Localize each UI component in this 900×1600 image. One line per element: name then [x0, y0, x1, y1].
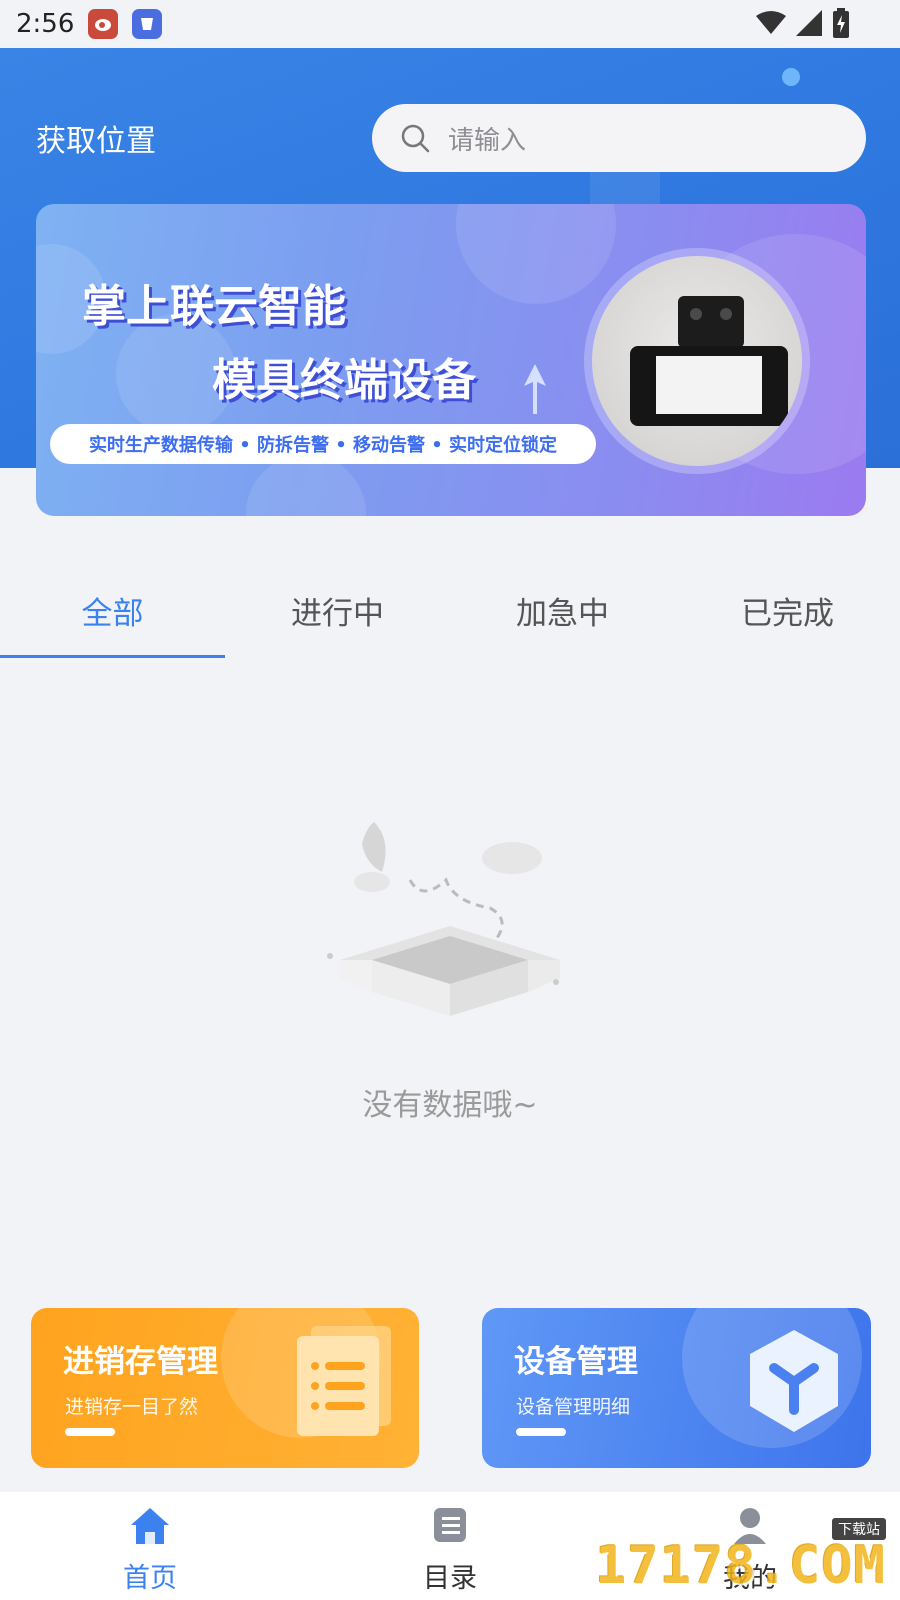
watermark: 17178.COM — [595, 1536, 886, 1596]
card-accent-bar — [516, 1428, 566, 1436]
tab-in-progress[interactable]: 进行中 — [225, 568, 450, 658]
status-bar: 2:56 — [0, 0, 900, 48]
tab-completed[interactable]: 已完成 — [675, 568, 900, 658]
device-management-card[interactable]: 设备管理 设备管理明细 — [482, 1308, 871, 1468]
tab-urgent[interactable]: 加急中 — [450, 568, 675, 658]
banner-decoration — [456, 204, 616, 304]
device-photo — [592, 256, 802, 466]
arrow-decoration-icon — [524, 364, 546, 414]
get-location-button[interactable]: 获取位置 — [36, 116, 156, 160]
banner-title-line1: 掌上联云智能 — [82, 281, 346, 332]
empty-state-text: 没有数据哦~ — [362, 1088, 538, 1123]
nav-home-label: 首页 — [123, 1563, 177, 1594]
device-cube-icon — [750, 1330, 838, 1432]
card-subtitle: 设备管理明细 — [516, 1396, 631, 1418]
weibo-app-icon — [88, 9, 119, 39]
device-sensor — [678, 296, 744, 348]
card-accent-bar — [65, 1428, 115, 1436]
device-label — [656, 356, 762, 414]
search-placeholder: 请输入 — [448, 125, 527, 156]
header-decoration — [782, 68, 800, 86]
document-list-icon — [297, 1326, 391, 1436]
banner-title-line2: 模具终端设备 — [212, 355, 476, 406]
nav-home[interactable]: 首页 — [0, 1492, 300, 1600]
signal-icon — [796, 10, 822, 36]
home-icon — [131, 1508, 169, 1544]
search-icon — [401, 124, 430, 153]
catalog-icon — [434, 1508, 466, 1542]
card-title: 设备管理 — [514, 1344, 638, 1380]
status-time: 2:56 — [16, 9, 75, 39]
app-notification-icon — [132, 9, 163, 39]
promo-banner[interactable]: 掌上联云智能 模具终端设备 实时生产数据传输 • 防拆告警 • 移动告警 • 实… — [36, 204, 866, 516]
nav-catalog-label: 目录 — [423, 1563, 477, 1594]
nav-catalog[interactable]: 目录 — [300, 1492, 600, 1600]
battery-icon — [833, 8, 849, 38]
search-input[interactable]: 请输入 — [372, 104, 866, 172]
inventory-management-card[interactable]: 进销存管理 进销存一目了然 — [31, 1308, 419, 1468]
wifi-icon — [756, 11, 786, 34]
card-subtitle: 进销存一目了然 — [65, 1396, 199, 1418]
card-title: 进销存管理 — [63, 1344, 218, 1380]
status-tabs: 全部 进行中 加急中 已完成 — [0, 568, 900, 658]
empty-box-illustration — [327, 822, 560, 1016]
banner-feature-list: 实时生产数据传输 • 防拆告警 • 移动告警 • 实时定位锁定 — [50, 424, 596, 464]
status-indicators — [756, 8, 850, 38]
tab-all[interactable]: 全部 — [0, 568, 225, 658]
